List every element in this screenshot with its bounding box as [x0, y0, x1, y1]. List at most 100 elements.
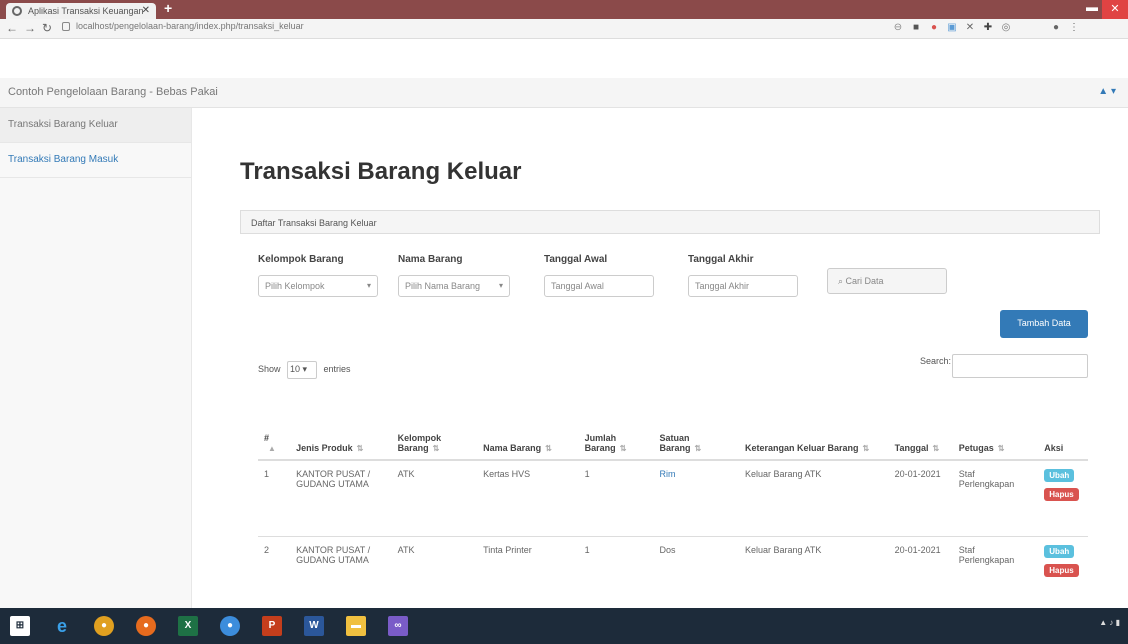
tab-title: Aplikasi Transaksi Keuangan	[28, 6, 144, 16]
window-close-button[interactable]: ✕	[1102, 0, 1128, 19]
col-label: Jumlah Barang	[584, 433, 617, 453]
close-tab-icon[interactable]: ✕	[142, 5, 150, 16]
edit-button[interactable]: Ubah	[1044, 544, 1075, 558]
edge-icon[interactable]: e	[52, 616, 72, 636]
cell-nama: Tinta Printer	[477, 535, 579, 612]
col-jenis[interactable]: Jenis Produk ⇅	[290, 388, 392, 461]
cell-kelompok: ATK	[391, 535, 478, 612]
edit-button[interactable]: Ubah	[1044, 469, 1075, 482]
kelompok-select[interactable]: Pilih Kelompok ▾	[258, 275, 378, 297]
table-header-row: # ▲ Jenis Produk ⇅ Kelompok Barang ⇅ Nama B…	[258, 388, 1088, 461]
chevron-down-icon: ▾	[366, 281, 371, 290]
back-icon[interactable]: ←	[6, 21, 18, 35]
tgl-akhir-label: Tanggal Akhir	[688, 254, 754, 265]
forward-icon[interactable]: →	[24, 21, 36, 35]
cell-no: 1	[258, 459, 291, 536]
col-nama[interactable]: Nama Barang ⇅	[477, 388, 579, 461]
col-tanggal[interactable]: Tanggal ⇅	[888, 388, 953, 461]
browser-tabbar: Aplikasi Transaksi Keuangan ✕ + ▬ ✕	[0, 0, 1128, 19]
cell-jumlah: 1	[578, 535, 654, 612]
col-label: Nama Barang	[483, 443, 542, 453]
col-aksi: Aksi	[1038, 388, 1088, 461]
cell-tanggal: 20-01-2021	[888, 459, 953, 536]
user-dropdown[interactable]: ▲ ▾	[1098, 86, 1116, 97]
sidebar-item-barang-keluar[interactable]: Transaksi Barang Keluar	[0, 108, 191, 143]
cell-no: 2	[258, 535, 291, 612]
zoom-icon[interactable]: ⊖	[892, 22, 904, 34]
col-satuan[interactable]: Satuan Barang ⇅	[653, 388, 739, 461]
url-text: localhost/pengelolaan-barang/index.php/t…	[76, 21, 304, 31]
profile-icon[interactable]: ●	[1050, 22, 1062, 34]
tgl-awal-input[interactable]: Tanggal Awal	[544, 275, 654, 297]
sidebar-item-barang-masuk[interactable]: Transaksi Barang Masuk	[0, 143, 191, 178]
search-label: Search:	[920, 356, 952, 366]
table-row: 1 KANTOR PUSAT / GUDANG UTAMA ATK Kertas…	[258, 459, 1088, 536]
sort-icon: ⇅	[862, 444, 870, 453]
menu-dots-icon[interactable]: ⋮	[1068, 22, 1080, 34]
col-label: Petugas	[958, 443, 994, 453]
browser-tab[interactable]: Aplikasi Transaksi Keuangan ✕	[6, 3, 156, 19]
sidebar-item-label: Transaksi Barang Keluar	[8, 119, 118, 130]
new-tab-button[interactable]: +	[164, 0, 172, 16]
col-label: Satuan Barang	[659, 433, 691, 453]
tgl-awal-label: Tanggal Awal	[544, 254, 608, 265]
minimize-icon[interactable]: ▬	[1086, 0, 1098, 14]
panel-heading: Daftar Transaksi Barang Keluar	[240, 210, 1100, 234]
col-keterangan[interactable]: Keterangan Keluar Barang ⇅	[739, 388, 889, 461]
search-button[interactable]: ⌕ Cari Data	[827, 268, 947, 294]
datatable-length: Show 10 ▾ entries	[258, 361, 351, 379]
col-label: Keterangan Keluar Barang	[745, 443, 859, 453]
info-icon	[62, 22, 70, 31]
chrome-icon[interactable]: ●	[94, 616, 114, 636]
app-brand[interactable]: Contoh Pengelolaan Barang - Bebas Pakai	[8, 86, 218, 98]
length-select[interactable]: 10 ▾	[287, 361, 318, 379]
col-number[interactable]: # ▲	[258, 388, 291, 461]
delete-button[interactable]: Hapus	[1044, 488, 1079, 501]
extension-square-icon[interactable]: ■	[910, 22, 922, 34]
tgl-akhir-input[interactable]: Tanggal Akhir	[688, 275, 798, 297]
cell-aksi: Ubah Hapus	[1038, 535, 1088, 612]
system-tray[interactable]: ▲ ♪ ▮	[1099, 618, 1120, 627]
cell-jenis: KANTOR PUSAT / GUDANG UTAMA	[290, 459, 392, 536]
cell-keterangan: Keluar Barang ATK	[739, 459, 889, 536]
col-petugas[interactable]: Petugas ⇅	[952, 388, 1039, 461]
sort-icon: ⇅	[356, 444, 364, 453]
cell-nama: Kertas HVS	[477, 459, 579, 536]
app-icon[interactable]: ●	[220, 616, 240, 636]
cell-aksi: Ubah Hapus	[1038, 459, 1088, 536]
search-icon: ⌕	[838, 276, 846, 286]
windows-start-icon[interactable]: ⊞	[10, 616, 30, 636]
extension-ring-icon[interactable]: ◎	[1000, 22, 1012, 34]
search-button-label: Cari Data	[845, 276, 884, 286]
add-data-button[interactable]: Tambah Data	[1000, 310, 1088, 338]
x-icon[interactable]: ✕	[964, 22, 976, 34]
excel-icon[interactable]: X	[178, 616, 198, 636]
sort-icon: ⇅	[545, 444, 552, 453]
cell-tanggal: 20-01-2021	[888, 535, 953, 612]
firefox-icon[interactable]: ●	[136, 616, 156, 636]
address-bar[interactable]: localhost/pengelolaan-barang/index.php/t…	[62, 21, 882, 36]
powerpoint-icon[interactable]: P	[262, 616, 282, 636]
sort-icon: ⇅	[997, 444, 1005, 453]
puzzle-icon[interactable]: ✚	[982, 22, 994, 34]
cell-jenis: KANTOR PUSAT / GUDANG UTAMA	[290, 535, 392, 612]
col-label: Tanggal	[894, 443, 929, 453]
extension-icon[interactable]: ▣	[946, 22, 958, 34]
col-label: #	[264, 433, 270, 443]
reload-icon[interactable]: ↻	[42, 21, 52, 35]
delete-button[interactable]: Hapus	[1044, 563, 1079, 577]
tgl-awal-placeholder: Tanggal Awal	[551, 281, 604, 291]
nama-label: Nama Barang	[398, 254, 463, 265]
word-icon[interactable]: W	[304, 616, 324, 636]
cell-satuan: Dos	[653, 535, 739, 612]
kelompok-select-value: Pilih Kelompok	[265, 281, 325, 291]
nama-select[interactable]: Pilih Nama Barang ▾	[398, 275, 510, 297]
table-search-input[interactable]	[952, 354, 1088, 378]
opera-icon[interactable]: ●	[928, 22, 940, 34]
col-kelompok[interactable]: Kelompok Barang ⇅	[391, 388, 478, 461]
visual-studio-icon[interactable]: ∞	[388, 616, 408, 636]
col-label: Jenis Produk	[296, 443, 353, 453]
col-jumlah[interactable]: Jumlah Barang ⇅	[578, 388, 654, 461]
file-explorer-icon[interactable]: ▬	[346, 616, 366, 636]
cell-kelompok: ATK	[391, 459, 478, 536]
